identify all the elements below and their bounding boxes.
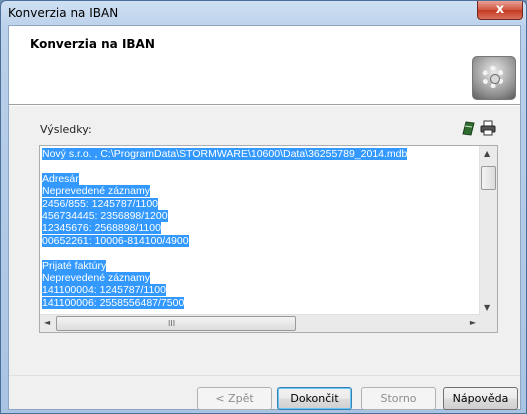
result-line-text: 456734445: 2356898/1200 [42,209,168,222]
scroll-grip: III [168,319,176,328]
dialog-window: Konverzia na IBAN x Konverzia na IBAN Vý… [0,0,527,414]
result-line-text: 00652261: 10006-814100/4900 [42,234,189,247]
horizontal-scrollbar[interactable]: ◄ III ► [40,314,480,332]
help-button[interactable]: Nápověda [443,387,518,410]
result-line: Prijaté faktúry [42,259,480,272]
flag-icon[interactable] [460,120,476,136]
header-divider [9,105,520,106]
result-line-text: 141100004: 1245787/1100 [42,284,166,297]
result-line-text: 2456/855: 1245787/1100 [42,197,159,210]
result-line: Nový s.r.o. , C:\ProgramData\STORMWARE\1… [42,148,480,160]
results-label: Výsledky: [40,123,92,136]
window-title: Konverzia na IBAN [8,6,119,20]
page-title: Konverzia na IBAN [30,37,155,51]
close-button[interactable]: x [477,1,523,20]
result-line: 456734445: 2356898/1200 [42,209,480,222]
result-line-text: Prijaté faktúry [42,259,107,272]
scroll-right-icon[interactable]: ► [470,318,476,327]
result-line: 141100006: 2558556487/7500 [42,296,480,309]
result-line: 141100004: 1245787/1100 [42,284,480,297]
result-line-text: Neprevedené záznamy [42,271,150,284]
scroll-up-icon[interactable]: ▲ [484,149,490,158]
wizard-header: Konverzia na IBAN [9,26,520,105]
back-button[interactable]: < Zpět [197,387,272,410]
footer-divider [9,375,520,376]
result-line-text: Neprevedené záznamy [42,185,150,198]
finish-button[interactable]: Dokončit [277,387,352,410]
scroll-down-icon[interactable]: ▼ [484,303,490,312]
vertical-scrollbar[interactable]: ▲ ▼ [479,146,497,315]
results-text[interactable]: Nový s.r.o. , C:\ProgramData\STORMWARE\1… [42,148,480,316]
result-line: 2456/855: 1245787/1100 [42,197,480,210]
result-line-text: 12345676: 2568898/1100 [42,222,161,235]
print-icon[interactable] [480,120,496,136]
vertical-scroll-thumb[interactable] [481,166,496,190]
result-line: Neprevedené záznamy [42,185,480,198]
result-line-text: Adresár [42,172,79,185]
result-line-text: 141100006: 2558556487/7500 [42,296,185,309]
cancel-button[interactable]: Storno [361,387,436,410]
result-line: Adresár [42,172,480,185]
results-textbox[interactable]: Nový s.r.o. , C:\ProgramData\STORMWARE\1… [39,145,498,333]
result-line-text: Nový s.r.o. , C:\ProgramData\STORMWARE\1… [42,148,408,160]
scrollbar-corner [480,315,497,332]
scroll-left-icon[interactable]: ◄ [44,318,50,327]
wizard-client-area: Konverzia na IBAN Výsledky: Nový s.r.o. … [8,25,521,410]
result-line: 00652261: 10006-814100/4900 [42,234,480,247]
result-line: 12345676: 2568898/1100 [42,222,480,235]
gear-hub [490,74,500,84]
result-blank-line [42,247,480,259]
title-bar[interactable]: Konverzia na IBAN x [1,1,526,25]
result-blank-line [42,160,480,172]
result-line: Neprevedené záznamy [42,271,480,284]
gear-icon [472,56,516,100]
horizontal-scroll-thumb[interactable]: III [56,316,296,331]
